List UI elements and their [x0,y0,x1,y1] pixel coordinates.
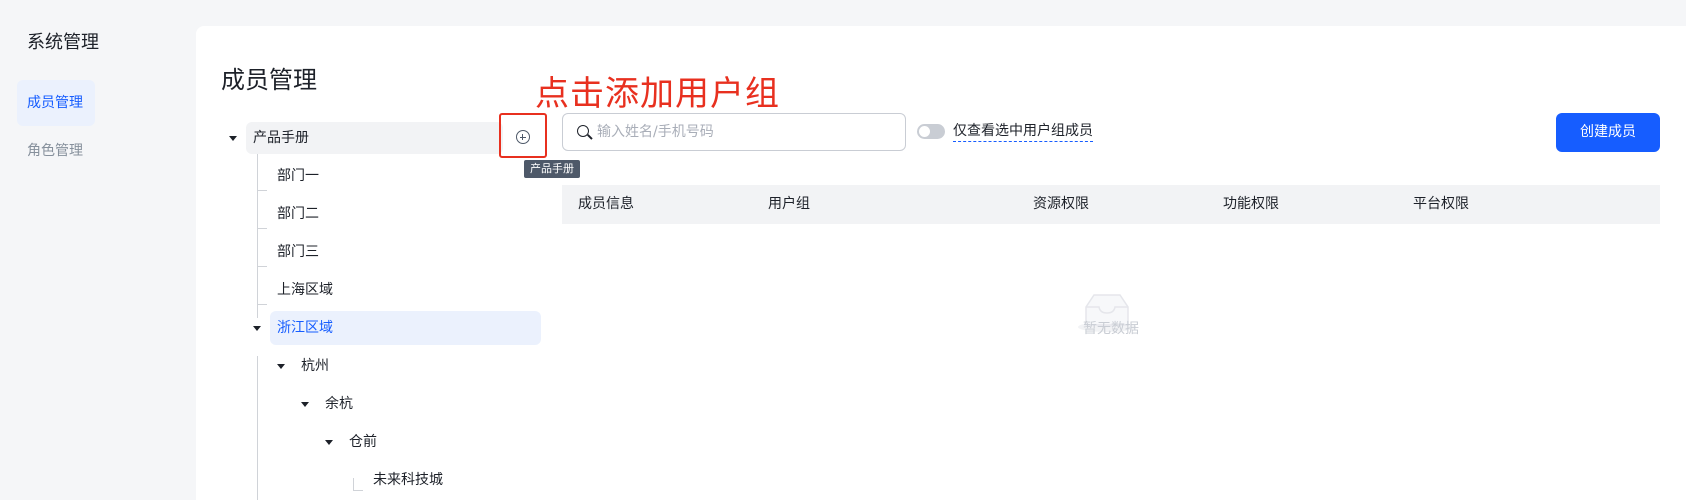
tree-guide-line [257,154,258,318]
toggle-knob [919,126,930,137]
tree-guide-line [257,228,267,229]
tree-node-root[interactable]: 产品手册 [253,121,309,155]
table-header: 成员信息 用户组 资源权限 功能权限 平台权限 [562,185,1660,224]
tree-guide-line [257,266,267,267]
search-input[interactable] [597,114,897,150]
tree-guide-line [257,356,258,500]
tree-node-dept-3[interactable]: 部门三 [277,235,319,269]
filter-toggle[interactable] [917,124,945,139]
search-icon [577,125,589,137]
caret-down-icon[interactable] [229,136,237,141]
tree-node-zhejiang[interactable]: 浙江区域 [277,311,333,345]
column-header: 资源权限 [1033,196,1089,212]
tree-guide-line [257,190,267,191]
tree-node-dept-2[interactable]: 部门二 [277,197,319,231]
caret-down-icon[interactable] [325,440,333,445]
caret-down-icon[interactable] [277,364,285,369]
empty-state-text: 暂无数据 [1083,321,1139,337]
sidebar-title: 系统管理 [27,32,99,53]
main-panel: 成员管理 产品手册 部门一 部门二 部门三 上海区域 浙江区域 杭州 余杭 仓前… [196,26,1686,500]
tree-node-hangzhou[interactable]: 杭州 [301,349,329,383]
create-member-button[interactable]: 创建成员 [1556,113,1660,152]
tree-node-cangqian[interactable]: 仓前 [349,425,377,459]
add-circle-icon[interactable] [516,130,530,144]
tree-node-shanghai[interactable]: 上海区域 [277,273,333,307]
tree-guide-line [353,478,354,490]
sidebar-item-member-management[interactable]: 成员管理 [17,80,95,126]
column-header: 用户组 [768,196,810,212]
tree-node-yuhang[interactable]: 余杭 [325,387,353,421]
filter-toggle-label[interactable]: 仅查看选中用户组成员 [953,121,1093,142]
tree-node-future-tech-city[interactable]: 未来科技城 [373,463,443,497]
caret-down-icon[interactable] [301,402,309,407]
tooltip: 产品手册 [524,160,580,178]
tree-node-dept-1[interactable]: 部门一 [277,159,319,193]
page-title: 成员管理 [221,66,317,94]
sidebar: 系统管理 成员管理 角色管理 [0,0,196,500]
sidebar-item-role-management[interactable]: 角色管理 [17,128,95,174]
tree-guide-line [257,304,267,305]
tree-guide-line [353,490,363,491]
column-header: 成员信息 [578,196,634,212]
column-header: 功能权限 [1223,196,1279,212]
search-box[interactable] [562,113,906,151]
annotation-text: 点击添加用户组 [535,74,780,114]
caret-down-icon[interactable] [253,326,261,331]
column-header: 平台权限 [1413,196,1469,212]
